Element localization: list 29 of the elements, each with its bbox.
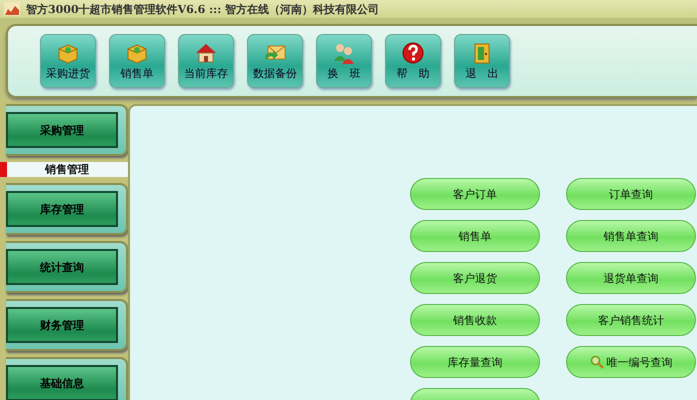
sidebar-tab[interactable]: 财务管理 [6, 307, 118, 343]
sidebar-tab[interactable]: 采购管理 [6, 112, 118, 148]
chart-icon [4, 2, 20, 16]
sidebar-tab[interactable]: 销售管理 [0, 162, 130, 177]
search-icon [590, 355, 604, 369]
sidebar-tab[interactable]: 统计查询 [6, 249, 118, 285]
action-button[interactable]: 订单查询 [566, 178, 696, 210]
toolbar-button[interactable]: 采购进货 [40, 34, 96, 88]
toolbar-button[interactable]: 数据备份 [247, 34, 303, 88]
toolbar-button[interactable]: 销售单 [109, 34, 165, 88]
action-button[interactable]: 客户订单 [410, 178, 540, 210]
people-icon [332, 41, 356, 65]
window-title: 智方3000十超市销售管理软件V6.6 ::: 智方在线（河南）科技有限公司 [26, 2, 380, 16]
action-button[interactable]: 退货单查询 [566, 262, 696, 294]
sidebar-tab[interactable]: 库存管理 [6, 191, 118, 227]
toolbar-button[interactable]: 帮 助 [385, 34, 441, 88]
action-button[interactable]: 销售单查询 [566, 220, 696, 252]
action-button[interactable]: 销售单 [410, 220, 540, 252]
action-button[interactable]: 唯一编号查询 [566, 346, 696, 378]
toolbar-button[interactable]: 换 班 [316, 34, 372, 88]
toolbar-button[interactable]: 当前库存 [178, 34, 234, 88]
house-icon [194, 41, 218, 65]
action-button[interactable]: 销售收款 [410, 304, 540, 336]
action-button[interactable]: 客户销售统计 [566, 304, 696, 336]
sidebar-tab[interactable]: 基础信息 [6, 365, 118, 400]
action-button[interactable]: 客户退货 [410, 262, 540, 294]
help-icon [401, 41, 425, 65]
toolbar-button[interactable]: 退 出 [454, 34, 510, 88]
action-button[interactable]: 库存量查询 [410, 346, 540, 378]
